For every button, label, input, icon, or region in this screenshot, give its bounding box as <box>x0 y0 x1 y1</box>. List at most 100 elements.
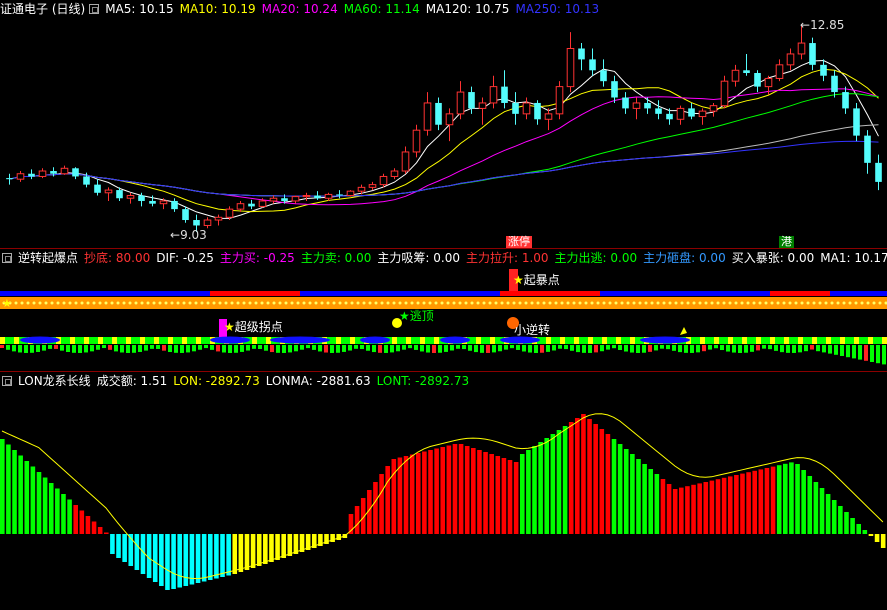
band-dot <box>506 301 510 305</box>
star-icon: ★ <box>2 297 12 310</box>
candle-body-down <box>281 198 288 201</box>
yellow-ribbon-segment <box>588 337 593 344</box>
lon-histogram-bar <box>134 534 140 570</box>
lon-histogram-bar <box>660 479 666 534</box>
signal-histogram-bar <box>780 345 784 353</box>
band-dot <box>548 301 552 305</box>
candle-body-up <box>159 200 168 205</box>
candle-body-up <box>258 200 267 207</box>
candle-body-down <box>193 220 200 226</box>
signal-histogram-bar <box>78 345 82 353</box>
signal-histogram-bar <box>756 345 760 351</box>
band-dot <box>290 301 294 305</box>
band-dot <box>830 301 834 305</box>
candle-body-up <box>16 173 25 180</box>
lon-histogram-bar <box>617 444 623 534</box>
signal-histogram-bar <box>474 345 478 353</box>
candle-body-down <box>831 75 838 93</box>
yellow-ribbon-segment <box>882 337 887 344</box>
signal-histogram-bar <box>372 345 376 353</box>
signal-histogram-bar <box>294 345 298 352</box>
lon-histogram-bar <box>379 474 384 534</box>
band-dot <box>248 301 252 305</box>
signal-histogram-bar <box>642 345 646 353</box>
signal-histogram-bar <box>384 345 388 353</box>
candle-body-down <box>666 113 673 120</box>
band-dot <box>362 301 366 305</box>
candle-body-up <box>412 129 421 153</box>
lon-histogram-bar <box>110 534 115 554</box>
lon-histogram-bar <box>48 483 54 534</box>
high-price-label: ←12.85 <box>800 18 845 32</box>
lon-histogram-bar <box>116 534 121 558</box>
lon-histogram-bar <box>391 459 397 534</box>
band-dot <box>686 301 690 305</box>
lon-histogram-bar <box>703 482 709 534</box>
lon-histogram-bar <box>67 499 72 534</box>
band-dot <box>176 301 180 305</box>
signal-chart[interactable]: ★ <box>0 249 887 371</box>
band-dot <box>368 301 372 305</box>
signal-histogram-bar <box>186 345 190 353</box>
lon-histogram-bar <box>709 480 715 534</box>
band-dot <box>332 301 336 305</box>
signal-histogram-bar <box>516 345 520 350</box>
signal-histogram-bar <box>336 345 340 353</box>
signal-histogram-bar <box>150 345 154 349</box>
lon-histogram-bar <box>244 534 250 570</box>
red-band-segment <box>210 291 300 296</box>
signal-histogram-bar <box>66 345 70 353</box>
signal-histogram-bar <box>762 345 766 349</box>
signal-histogram-bar <box>708 345 712 350</box>
band-dot <box>122 301 126 305</box>
signal-histogram-bar <box>48 345 52 349</box>
lon-histogram-bar <box>201 534 207 582</box>
signal-histogram-bar <box>42 345 46 351</box>
candle-body-down <box>336 194 343 196</box>
candle-body-up <box>269 197 278 202</box>
lon-chart[interactable] <box>0 372 887 610</box>
signal-chaojiguaidian: ★超级拐点 <box>224 318 283 335</box>
band-dot <box>326 301 330 305</box>
band-dot <box>380 301 384 305</box>
candle-body-up <box>302 195 311 198</box>
band-dot <box>98 301 102 305</box>
signal-xiaonizhuan: 小逆转 <box>514 321 550 338</box>
band-dot <box>410 301 414 305</box>
yellow-ribbon-segment <box>868 337 873 344</box>
signal-histogram-bar <box>330 345 334 353</box>
lon-histogram-bar <box>752 470 758 534</box>
lon-histogram-bar <box>97 527 103 534</box>
yellow-ribbon-segment <box>546 337 551 344</box>
signal-histogram-bar <box>222 345 226 353</box>
yellow-ribbon-segment <box>392 337 397 344</box>
signal-histogram-bar <box>654 345 658 351</box>
candle-body-up <box>346 190 355 197</box>
low-price-value: 9.03 <box>180 228 207 242</box>
red-band-segment <box>770 291 830 296</box>
yellow-ribbon-segment <box>406 337 411 344</box>
band-dot <box>182 301 186 305</box>
band-dot <box>464 301 468 305</box>
lon-histogram-bar <box>672 489 678 534</box>
band-dot <box>434 301 438 305</box>
signal-histogram-bar <box>354 345 358 349</box>
signal-histogram-bar <box>546 345 550 352</box>
signal-histogram-bar <box>240 345 244 352</box>
lon-histogram-bar <box>568 422 574 534</box>
candle-body-up <box>676 107 685 120</box>
signal-histogram-bar <box>768 345 772 350</box>
yellow-ribbon-segment <box>840 337 845 344</box>
signal-histogram-bar <box>276 345 280 353</box>
signal-histogram-bar <box>348 345 352 351</box>
price-chart[interactable] <box>0 0 887 248</box>
candle-body-down <box>578 48 585 60</box>
band-dot <box>128 301 132 305</box>
signal-histogram-bar <box>678 345 682 353</box>
signal-histogram-bar <box>24 345 28 353</box>
band-dot <box>788 301 792 305</box>
yellow-ribbon-segment <box>70 337 75 344</box>
candle-body-down <box>644 102 651 109</box>
signal-histogram-bar <box>858 345 862 360</box>
candle-body-down <box>512 102 519 114</box>
